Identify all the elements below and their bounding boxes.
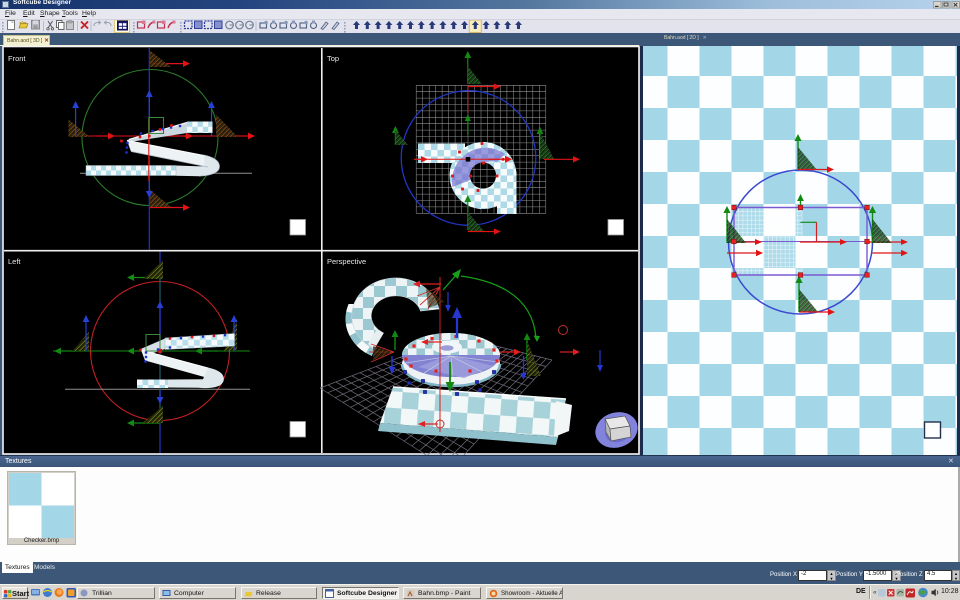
svg-text:Front: Front <box>8 54 26 63</box>
svg-text:Top: Top <box>327 54 339 63</box>
svg-text:Left: Left <box>8 257 21 266</box>
svg-text:Perspective: Perspective <box>327 257 366 266</box>
